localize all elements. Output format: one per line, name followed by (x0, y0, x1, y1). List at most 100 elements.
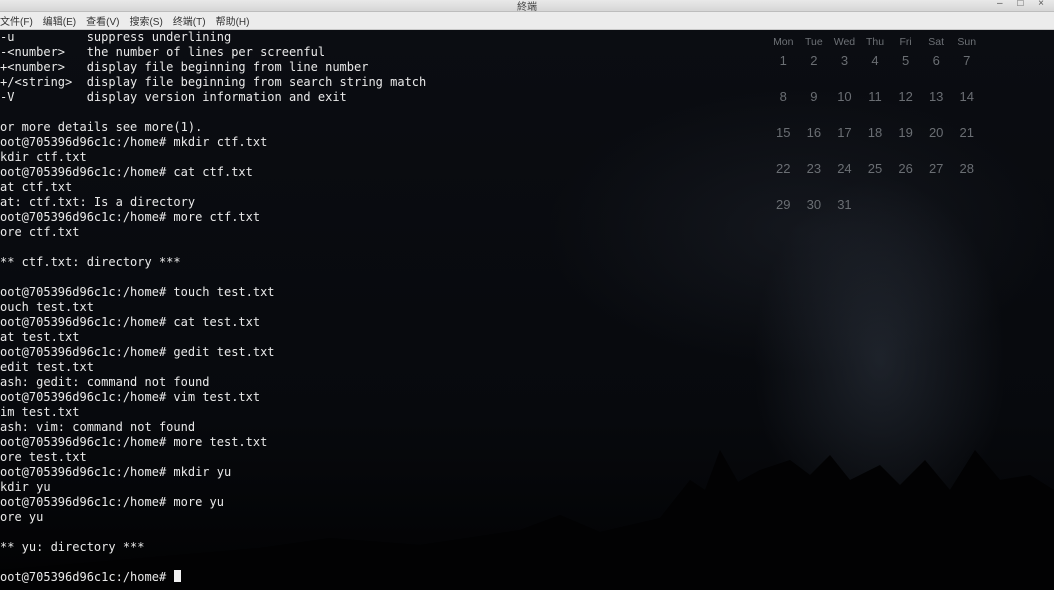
calendar-day[interactable]: 16 (799, 126, 830, 156)
terminal-line: ** yu: directory *** (0, 540, 760, 555)
terminal-line-text: ash: vim: command not found (0, 420, 196, 434)
calendar-day[interactable]: 26 (890, 162, 921, 192)
calendar-day[interactable]: 15 (768, 126, 799, 156)
calendar-day[interactable]: 21 (951, 126, 982, 156)
terminal-line: -u suppress underlining (0, 30, 760, 45)
terminal-line: ash: gedit: command not found (0, 375, 760, 390)
calendar-day-number: 3 (840, 53, 849, 68)
terminal-line: oot@705396d96c1c:/home# cat test.txt (0, 315, 760, 330)
calendar-day[interactable]: 11 (860, 90, 891, 120)
weekday-label: Sat (928, 36, 945, 48)
calendar-day-number: 19 (898, 125, 913, 140)
calendar-day[interactable]: 10 (829, 90, 860, 120)
calendar-day[interactable]: 25 (860, 162, 891, 192)
weekday-label: Wed (833, 36, 856, 48)
terminal-line-text: ** yu: directory *** (0, 540, 145, 554)
calendar-day[interactable]: 7 (951, 54, 982, 84)
calendar-day[interactable]: 27 (921, 162, 952, 192)
window-controls-icon[interactable]: – □ × (997, 0, 1050, 9)
calendar-day[interactable]: 9 (799, 90, 830, 120)
calendar-day-number: 18 (867, 125, 883, 140)
calendar-day-number: 28 (959, 161, 974, 176)
terminal-line: +<number> display file beginning from li… (0, 60, 760, 75)
calendar-day[interactable]: 8 (768, 90, 799, 120)
terminal-line-text: at test.txt (0, 330, 80, 344)
menu-file[interactable]: 文件(F) (0, 13, 33, 28)
terminal-line-text: at ctf.txt (0, 180, 73, 194)
terminal-line-text: oot@705396d96c1c:/home# more ctf.txt (0, 210, 261, 224)
calendar-day-number: 17 (837, 125, 852, 140)
calendar-day-number: 8 (779, 89, 787, 104)
terminal-line: oot@705396d96c1c:/home# cat ctf.txt (0, 165, 760, 180)
calendar-day[interactable]: 18 (860, 126, 891, 156)
calendar-week-row: 1 2 3 4 5 6 7 (768, 54, 982, 84)
calendar-day[interactable]: 28 (951, 162, 982, 192)
calendar-day[interactable]: 1 (768, 54, 799, 84)
menu-terminal[interactable]: 终端(T) (173, 13, 206, 28)
terminal-line-text: oot@705396d96c1c:/home# more yu (0, 495, 224, 509)
calendar-day-number: 2 (810, 53, 818, 68)
terminal-line: ash: vim: command not found (0, 420, 760, 435)
calendar-day-number: 6 (932, 53, 940, 68)
terminal-line: ore yu (0, 510, 760, 525)
calendar-week-row: 29 30 31 (768, 198, 982, 228)
calendar-day-number: 27 (928, 161, 944, 176)
calendar-day[interactable]: 19 (890, 126, 921, 156)
terminal-line-text: -V display version information and exit (0, 90, 347, 104)
terminal-line: -V display version information and exit (0, 90, 760, 105)
menu-view[interactable]: 查看(V) (86, 13, 119, 28)
weekday-label: Thu (865, 36, 885, 48)
menu-help[interactable]: 帮助(H) (216, 13, 250, 28)
terminal-line-text: -<number> the number of lines per screen… (0, 45, 326, 59)
calendar-day-number: 29 (776, 197, 791, 212)
calendar-day[interactable]: 4 (860, 54, 891, 84)
terminal-line: oot@705396d96c1c:/home# touch test.txt (0, 285, 760, 300)
calendar-day[interactable]: 23 (799, 162, 830, 192)
calendar-day[interactable]: 20 (921, 126, 952, 156)
calendar-day[interactable]: 6 (921, 54, 952, 84)
terminal-line: ouch test.txt (0, 300, 760, 315)
menu-edit[interactable]: 编辑(E) (43, 13, 76, 28)
calendar-day[interactable]: 29 (768, 198, 799, 228)
terminal-line-text: ouch test.txt (0, 300, 94, 314)
window-titlebar[interactable]: 終端 – □ × (0, 0, 1054, 13)
terminal-line-text: oot@705396d96c1c:/home# vim test.txt (0, 390, 261, 404)
terminal-line: at test.txt (0, 330, 760, 345)
calendar-day[interactable]: 14 (951, 90, 982, 120)
calendar-day-number: 14 (959, 89, 974, 104)
weekday-label: Tue (805, 36, 823, 48)
terminal-line-text: oot@705396d96c1c:/home# cat test.txt (0, 315, 261, 329)
calendar-day-number: 20 (928, 125, 944, 140)
calendar-day-number: 9 (810, 89, 818, 104)
calendar-day[interactable]: 2 (799, 54, 830, 84)
calendar-week-row: 22 23 24 25 26 27 28 (768, 162, 982, 192)
terminal-line-text: ore ctf.txt (0, 225, 80, 239)
terminal-line-text: ore yu (0, 510, 44, 524)
calendar-day-number: 21 (959, 125, 974, 140)
calendar-day[interactable]: 5 (890, 54, 921, 84)
calendar-day[interactable]: 3 (829, 54, 860, 84)
terminal-output[interactable]: -u suppress underlining -<number> the num… (0, 30, 760, 590)
terminal-line: oot@705396d96c1c:/home# vim test.txt (0, 390, 760, 405)
terminal-line: kdir yu (0, 480, 760, 495)
calendar-day[interactable]: 24 (829, 162, 860, 192)
calendar-day-number: 10 (837, 89, 852, 104)
terminal-line-text: oot@705396d96c1c:/home# more test.txt (0, 435, 268, 449)
calendar-day-number: 12 (898, 89, 913, 104)
calendar-day[interactable]: 13 (921, 90, 952, 120)
terminal-line: at: ctf.txt: Is a directory (0, 195, 760, 210)
calendar-day[interactable]: 31 (829, 198, 860, 228)
calendar-day[interactable]: 30 (799, 198, 830, 228)
menu-search[interactable]: 搜索(S) (129, 13, 162, 28)
calendar-day-number: 4 (871, 53, 879, 68)
weekday-label: Sun (957, 36, 977, 48)
calendar-day[interactable]: 12 (890, 90, 921, 120)
calendar-day[interactable]: 17 (829, 126, 860, 156)
calendar-day (951, 198, 982, 228)
terminal-line: or more details see more(1). (0, 120, 760, 135)
terminal-line: oot@705396d96c1c:/home# mkdir ctf.txt (0, 135, 760, 150)
calendar-day[interactable]: 22 (768, 162, 799, 192)
